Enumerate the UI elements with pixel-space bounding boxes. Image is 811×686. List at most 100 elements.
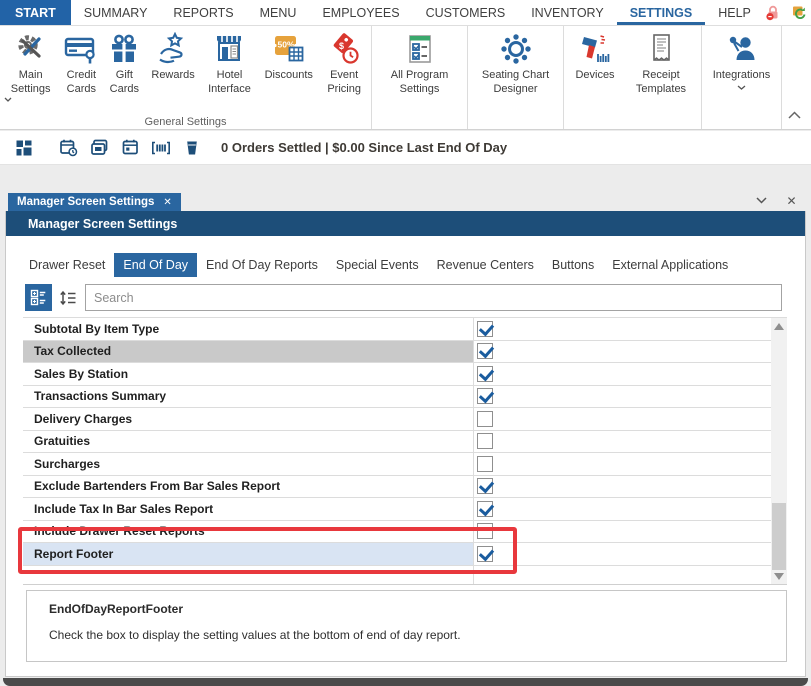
ribbon-item-devices[interactable]: Devices xyxy=(566,30,624,83)
expand-collapse-icon[interactable] xyxy=(59,286,79,310)
document-tab-label: Manager Screen Settings xyxy=(17,196,154,208)
ribbon-item-hotel-interface[interactable]: Hotel Interface xyxy=(201,30,258,97)
checkbox-checked[interactable] xyxy=(477,478,493,494)
ribbon-item-credit-cards[interactable]: Credit Cards xyxy=(59,30,103,97)
scroll-down-icon[interactable] xyxy=(771,568,787,584)
ribbon-item-receipt-templates[interactable]: Receipt Templates xyxy=(624,30,698,97)
tab-buttons[interactable]: Buttons xyxy=(543,253,603,277)
search-input[interactable] xyxy=(85,284,782,311)
checkbox-unchecked[interactable] xyxy=(477,456,493,472)
ribbon-item-label: Receipt Templates xyxy=(624,69,698,97)
setting-label: Surcharges xyxy=(34,457,100,471)
setting-row-include-drawer-reset-reports[interactable]: Include Drawer Reset Reports xyxy=(23,521,771,544)
ribbon-group-3: Seating Chart Designer xyxy=(468,26,564,129)
setting-detail-title: EndOfDayReportFooter xyxy=(49,602,776,616)
barcode-icon[interactable] xyxy=(151,138,171,158)
panel-tabstrip: Drawer ResetEnd Of DayEnd Of Day Reports… xyxy=(20,252,795,278)
setting-row-surcharges[interactable]: Surcharges xyxy=(23,453,771,476)
dashboard-grid-icon[interactable] xyxy=(14,138,34,158)
menu-item-summary[interactable]: SUMMARY xyxy=(71,0,161,25)
calendar-clock-icon[interactable] xyxy=(58,138,78,158)
gift-icon xyxy=(107,32,141,66)
setting-row-delivery-charges[interactable]: Delivery Charges xyxy=(23,408,771,431)
ribbon-item-event-pricing[interactable]: $ Event Pricing xyxy=(319,30,369,97)
close-tab-icon[interactable]: ✕ xyxy=(163,197,171,208)
ribbon-item-label: Discounts xyxy=(265,69,313,83)
setting-label: Gratuities xyxy=(34,434,90,448)
menu-item-customers[interactable]: CUSTOMERS xyxy=(413,0,519,25)
ribbon-item-all-program-settings[interactable]: All Program Settings xyxy=(375,30,465,97)
discount-coupon-icon: 50% xyxy=(272,32,306,66)
checklist-icon xyxy=(403,32,437,66)
checkbox-checked[interactable] xyxy=(477,388,493,404)
hand-star-icon xyxy=(156,32,190,66)
tab-end-of-day-reports[interactable]: End Of Day Reports xyxy=(197,253,327,277)
menu-item-reports[interactable]: REPORTS xyxy=(160,0,246,25)
vertical-scrollbar[interactable] xyxy=(771,318,787,584)
setting-row-subtotal-by-item-type[interactable]: Subtotal By Item Type xyxy=(23,318,771,341)
setting-row-tax-collected[interactable]: Tax Collected xyxy=(23,341,771,364)
setting-label: Report Footer xyxy=(34,547,113,561)
status-text: 0 Orders Settled | $0.00 Since Last End … xyxy=(221,140,507,155)
setting-row-include-tax-in-bar-sales-report[interactable]: Include Tax In Bar Sales Report xyxy=(23,498,771,521)
menu-item-inventory[interactable]: INVENTORY xyxy=(518,0,616,25)
window-bottom-edge xyxy=(3,678,808,686)
checkbox-unchecked[interactable] xyxy=(477,433,493,449)
setting-row-exclude-bartenders-from-bar-sales-report[interactable]: Exclude Bartenders From Bar Sales Report xyxy=(23,476,771,499)
chevron-down-icon xyxy=(737,85,746,90)
beverage-icon[interactable] xyxy=(182,138,202,158)
scroll-up-icon[interactable] xyxy=(771,318,787,334)
tab-end-of-day[interactable]: End Of Day xyxy=(114,253,197,277)
ribbon-item-label: Event Pricing xyxy=(319,69,369,97)
calendar-media-icon[interactable] xyxy=(89,138,109,158)
setting-row-report-footer[interactable]: Report Footer xyxy=(23,543,771,566)
menu-items: STARTSUMMARYREPORTSMENUEMPLOYEESCUSTOMER… xyxy=(0,0,764,25)
ribbon-item-main-settings[interactable]: Main Settings xyxy=(2,30,59,102)
data-sync-icon[interactable] xyxy=(790,4,808,22)
checkbox-unchecked[interactable] xyxy=(477,411,493,427)
person-share-icon xyxy=(725,32,759,66)
tab-drawer-reset[interactable]: Drawer Reset xyxy=(20,253,114,277)
ribbon-item-discounts[interactable]: 50% Discounts xyxy=(258,30,319,83)
menu-item-start[interactable]: START xyxy=(0,0,71,25)
category-view-button[interactable] xyxy=(25,284,52,311)
ribbon-item-label: Rewards xyxy=(151,69,194,83)
ribbon-item-rewards[interactable]: Rewards xyxy=(145,30,200,83)
checkbox-checked[interactable] xyxy=(477,366,493,382)
setting-label: Subtotal By Item Type xyxy=(34,322,159,336)
storefront-icon xyxy=(212,32,246,66)
setting-label: Transactions Summary xyxy=(34,389,166,403)
checkbox-unchecked[interactable] xyxy=(477,523,493,539)
setting-detail-box: EndOfDayReportFooter Check the box to di… xyxy=(26,590,787,662)
setting-row-sales-by-station[interactable]: Sales By Station xyxy=(23,363,771,386)
menu-item-menu[interactable]: MENU xyxy=(247,0,310,25)
menu-item-employees[interactable]: EMPLOYEES xyxy=(309,0,412,25)
chevron-down-icon[interactable] xyxy=(755,194,768,207)
checkbox-checked[interactable] xyxy=(477,321,493,337)
scrollbar-thumb[interactable] xyxy=(772,503,786,570)
checkbox-checked[interactable] xyxy=(477,343,493,359)
chevron-down-icon xyxy=(2,97,59,102)
tab-external-applications[interactable]: External Applications xyxy=(603,253,737,277)
ribbon-item-gift-cards[interactable]: Gift Cards xyxy=(103,30,145,97)
ribbon-item-seating-chart-designer[interactable]: Seating Chart Designer xyxy=(470,30,561,97)
checkbox-checked[interactable] xyxy=(477,546,493,562)
ribbon-collapse-button[interactable] xyxy=(788,111,802,121)
barcode-scanner-icon xyxy=(578,32,612,66)
document-tab-manager-screen-settings[interactable]: Manager Screen Settings ✕ xyxy=(8,193,181,211)
setting-row-transactions-summary[interactable]: Transactions Summary xyxy=(23,386,771,409)
lock-icon[interactable] xyxy=(764,4,782,22)
menu-item-help[interactable]: HELP xyxy=(705,0,764,25)
setting-row-gratuities[interactable]: Gratuities xyxy=(23,431,771,454)
gear-tools-icon xyxy=(14,32,48,66)
tab-special-events[interactable]: Special Events xyxy=(327,253,428,277)
menu-item-settings[interactable]: SETTINGS xyxy=(617,0,706,25)
menu-bar: STARTSUMMARYREPORTSMENUEMPLOYEESCUSTOMER… xyxy=(0,0,811,26)
checkbox-checked[interactable] xyxy=(477,501,493,517)
ribbon-item-integrations[interactable]: Integrations xyxy=(704,30,779,90)
ribbon-item-label: Gift Cards xyxy=(103,69,145,97)
calendar-icon[interactable] xyxy=(120,138,140,158)
tab-revenue-centers[interactable]: Revenue Centers xyxy=(428,253,543,277)
close-icon[interactable]: ✕ xyxy=(785,194,798,207)
setting-detail-description: Check the box to display the setting val… xyxy=(49,628,776,642)
